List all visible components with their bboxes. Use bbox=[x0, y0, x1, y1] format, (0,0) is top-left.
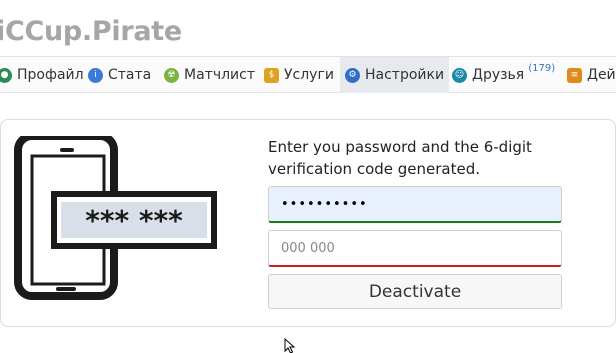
nav-item-matchlist[interactable]: ☢ Матчлист bbox=[164, 57, 255, 93]
nav-item-label: Стата bbox=[108, 67, 152, 83]
phone-password-illustration: *** *** bbox=[14, 136, 217, 300]
nav-item-stats[interactable]: i Стата bbox=[88, 57, 151, 93]
nav-item-label: Профайл bbox=[17, 67, 84, 83]
password-input[interactable] bbox=[268, 186, 562, 223]
verification-code-input[interactable] bbox=[268, 230, 562, 267]
nav-item-services[interactable]: $ Услуги bbox=[264, 57, 334, 93]
friends-icon: ☺ bbox=[452, 67, 467, 83]
nav-item-profile[interactable]: ● Профайл bbox=[0, 57, 84, 93]
password-mask-text: *** *** bbox=[85, 204, 183, 237]
nav-item-label: Матчлист bbox=[184, 67, 255, 83]
phone-speaker bbox=[60, 148, 74, 152]
nav-item-actions[interactable]: ≡ Дей bbox=[567, 57, 616, 93]
nav-bar: ● Профайл i Стата ☢ Матчлист $ Услуги ⚙ … bbox=[0, 56, 616, 93]
instruction-text: Enter you password and the 6-digit verif… bbox=[268, 138, 532, 178]
nav-item-label: Дей bbox=[587, 67, 616, 83]
friends-count-badge: (179) bbox=[528, 62, 556, 74]
mouse-cursor-icon bbox=[284, 338, 296, 353]
stats-icon: i bbox=[88, 67, 103, 83]
nav-item-label: Настройки bbox=[365, 67, 445, 83]
nav-item-label: Услуги bbox=[284, 67, 334, 83]
nav-item-settings[interactable]: ⚙ Настройки bbox=[340, 57, 450, 93]
nav-item-friends[interactable]: ☺ Друзья (179) bbox=[452, 57, 555, 93]
nav-item-label: Друзья bbox=[472, 67, 525, 83]
services-icon: $ bbox=[264, 67, 279, 83]
profile-icon: ● bbox=[0, 67, 12, 83]
phone-home-bar bbox=[56, 287, 76, 291]
actions-icon: ≡ bbox=[567, 67, 582, 83]
settings-icon: ⚙ bbox=[345, 67, 360, 83]
matchlist-icon: ☢ bbox=[164, 67, 179, 83]
site-title: iCCup.Pirate bbox=[0, 16, 182, 47]
deactivate-button[interactable]: Deactivate bbox=[268, 274, 562, 309]
